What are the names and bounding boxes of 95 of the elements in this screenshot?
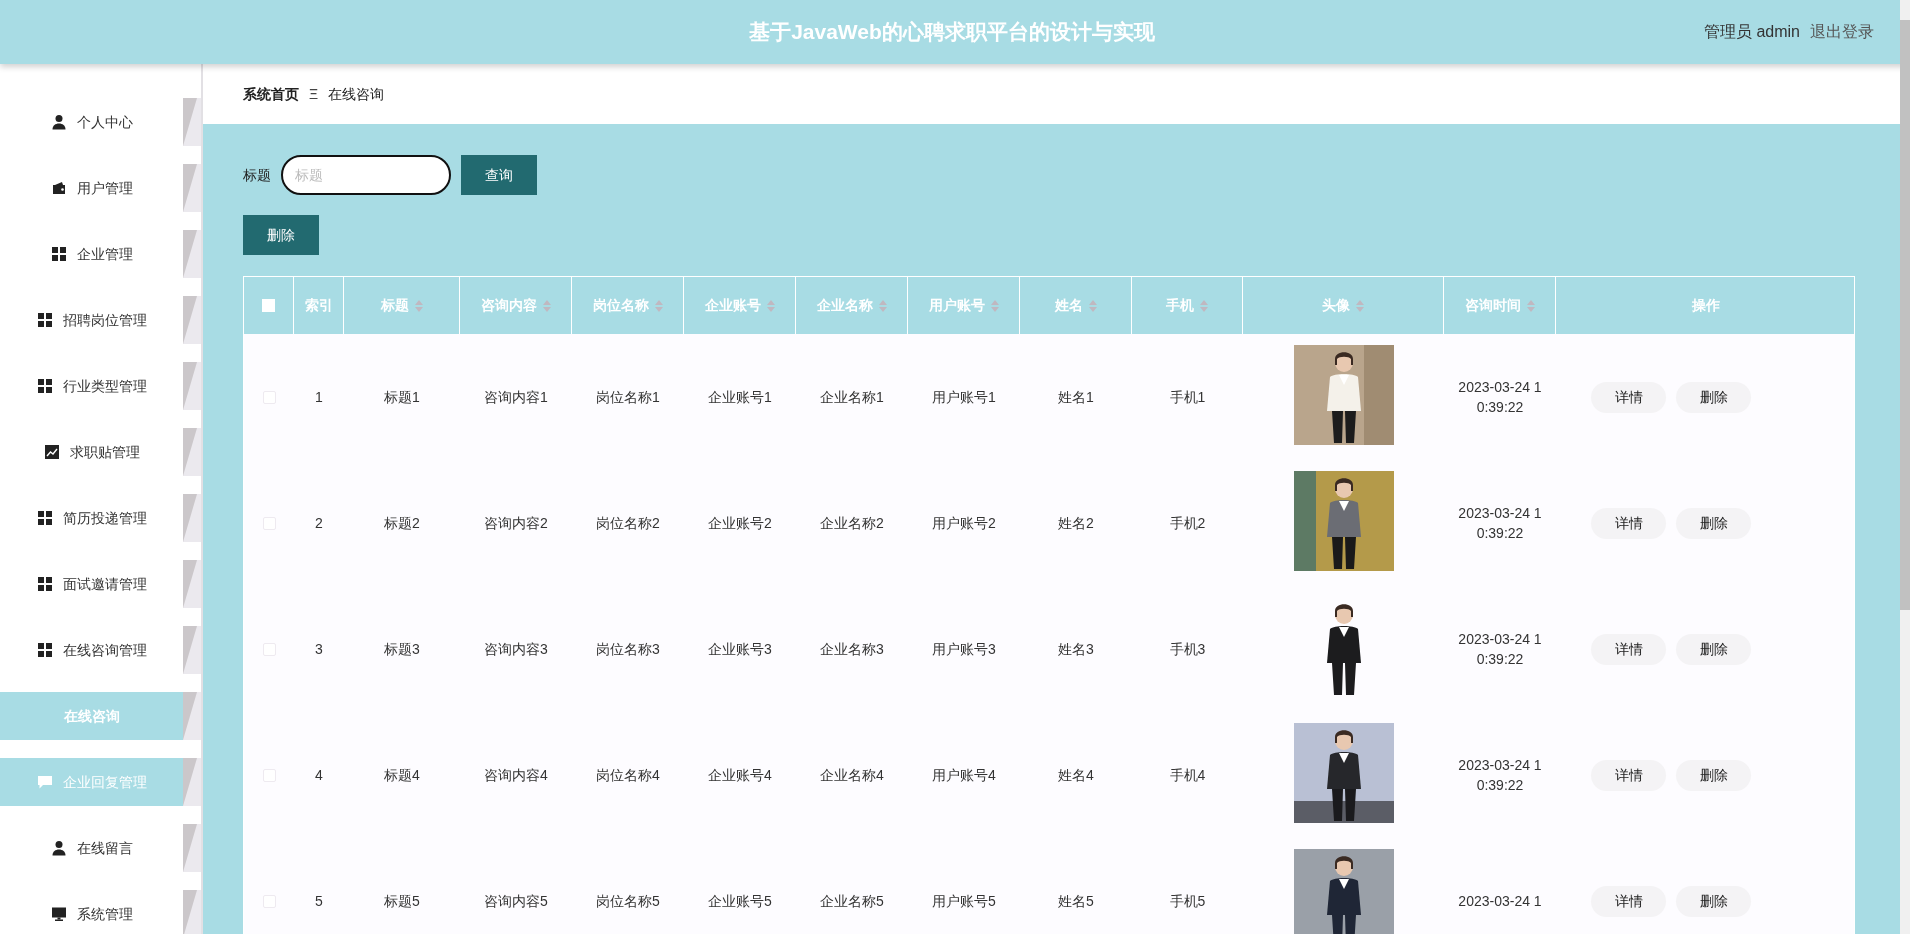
wallet-icon (50, 180, 67, 196)
search-label: 标题 (243, 165, 271, 185)
user-name: 管理员 admin (1703, 22, 1800, 42)
table-cell-text: 姓名5 (1058, 891, 1094, 911)
table-cell-text: 标题4 (384, 765, 420, 785)
details-button[interactable]: 详情 (1591, 507, 1666, 539)
table-cell-text: 手机1 (1169, 387, 1206, 407)
sort-icon[interactable] (1526, 299, 1535, 312)
breadcrumb-separator: Ξ (309, 84, 319, 104)
table-cell-text: 1 (315, 387, 323, 407)
table-cell-text: 岗位名称4 (596, 765, 660, 785)
details-button[interactable]: 详情 (1591, 759, 1666, 791)
time-cell-text: 2023-03-24 10:39:22 (1457, 378, 1543, 417)
details-button[interactable]: 详情 (1591, 885, 1666, 917)
delete-row-button[interactable]: 删除 (1676, 759, 1751, 791)
table-cell-text: 咨询内容5 (484, 891, 548, 911)
sort-icon[interactable] (1200, 299, 1208, 312)
table-cell-text: 企业账号1 (708, 387, 772, 407)
sort-icon[interactable] (990, 299, 999, 312)
title-input-field[interactable]: 标题 (281, 155, 451, 195)
table-cell-text: 企业名称2 (820, 513, 884, 533)
grid-icon (36, 642, 53, 658)
table-cell-text: 咨询内容2 (484, 513, 548, 533)
sort-icon[interactable] (542, 299, 551, 312)
sort-icon[interactable] (766, 299, 775, 312)
table-cell-text: 企业名称3 (820, 639, 884, 659)
scrollbar[interactable] (1900, 0, 1910, 934)
grid-icon (36, 510, 53, 526)
table-cell-text: 咨询内容3 (484, 639, 548, 659)
select-all-checkbox[interactable] (262, 299, 275, 312)
query-button[interactable]: 查询 (461, 155, 537, 195)
table-cell-text: 手机5 (1169, 891, 1206, 911)
table-cell-text: 岗位名称2 (596, 513, 660, 533)
table-cell-text: 用户账号4 (932, 765, 996, 785)
person-icon (50, 840, 67, 856)
logout-link[interactable]: 退出登录 (1810, 20, 1874, 44)
table-cell-text: 用户账号5 (932, 891, 996, 911)
grid-icon (36, 576, 53, 592)
monitor-icon (50, 906, 67, 922)
sort-icon[interactable] (1088, 299, 1097, 312)
sort-icon[interactable] (654, 299, 663, 312)
breadcrumb-home[interactable]: 系统首页 (243, 83, 299, 105)
table-cell-text: 2 (315, 513, 323, 533)
table-cell-text: 手机2 (1169, 513, 1206, 533)
delete-row-button[interactable]: 删除 (1676, 507, 1751, 539)
chat-icon (36, 774, 53, 790)
table-cell-text: 手机4 (1169, 765, 1206, 785)
grid-icon (36, 378, 53, 394)
column-header: 操作 (1691, 296, 1721, 315)
sort-icon[interactable] (878, 299, 887, 312)
table-cell-text: 手机3 (1169, 639, 1206, 659)
time-cell-text: 2023-03-24 10:39:22 (1457, 630, 1543, 669)
delete-button[interactable]: 删除 (243, 215, 319, 255)
table-cell-text: 企业名称5 (820, 891, 884, 911)
grid-icon (50, 246, 67, 262)
details-button[interactable]: 详情 (1591, 381, 1666, 413)
table-cell-text: 咨询内容1 (484, 387, 548, 407)
delete-row-button[interactable]: 删除 (1676, 381, 1751, 413)
table-cell-text: 企业名称4 (820, 765, 884, 785)
details-button[interactable]: 详情 (1591, 633, 1666, 665)
time-cell-text: 2023-03-24 1 (1457, 892, 1543, 911)
app-title: 基于JavaWeb的心聘求职平台的设计与实现 (749, 19, 1155, 46)
table-cell-text: 标题3 (384, 639, 420, 659)
chart-icon (43, 444, 60, 460)
table-cell-text: 姓名4 (1058, 765, 1094, 785)
table-cell-text: 咨询内容4 (484, 765, 548, 785)
table-cell-text: 用户账号2 (932, 513, 996, 533)
delete-row-button[interactable]: 删除 (1676, 633, 1751, 665)
table-cell-text: 4 (315, 765, 323, 785)
table-cell-text: 岗位名称1 (596, 387, 660, 407)
table-cell-text: 岗位名称3 (596, 639, 660, 659)
breadcrumb-current: 在线咨询 (328, 84, 385, 104)
table-cell-text: 姓名2 (1058, 513, 1094, 533)
table-cell-text: 5 (315, 891, 323, 911)
table-cell-text: 姓名3 (1058, 639, 1094, 659)
time-cell-text: 2023-03-24 10:39:22 (1457, 756, 1543, 795)
table-cell-text: 企业账号4 (708, 765, 772, 785)
table-cell-text: 姓名1 (1058, 387, 1094, 407)
table-cell-text: 标题1 (384, 387, 420, 407)
table-cell-text: 标题5 (384, 891, 420, 911)
table-cell-text: 岗位名称5 (596, 891, 660, 911)
table-cell-text: 3 (315, 639, 323, 659)
table-cell-text: 标题2 (384, 513, 420, 533)
table-cell-text: 企业名称1 (820, 387, 884, 407)
sort-icon[interactable] (414, 299, 423, 312)
person-icon (50, 114, 67, 130)
table-cell-text: 企业账号2 (708, 513, 772, 533)
sort-icon[interactable] (1356, 299, 1364, 312)
table-cell-text: 企业账号3 (708, 639, 772, 659)
delete-row-button[interactable]: 删除 (1676, 885, 1751, 917)
time-cell-text: 2023-03-24 10:39:22 (1457, 504, 1543, 543)
table-cell-text: 用户账号1 (932, 387, 996, 407)
table-cell-text: 企业账号5 (708, 891, 772, 911)
grid-icon (36, 312, 53, 328)
table-cell-text: 用户账号3 (932, 639, 996, 659)
